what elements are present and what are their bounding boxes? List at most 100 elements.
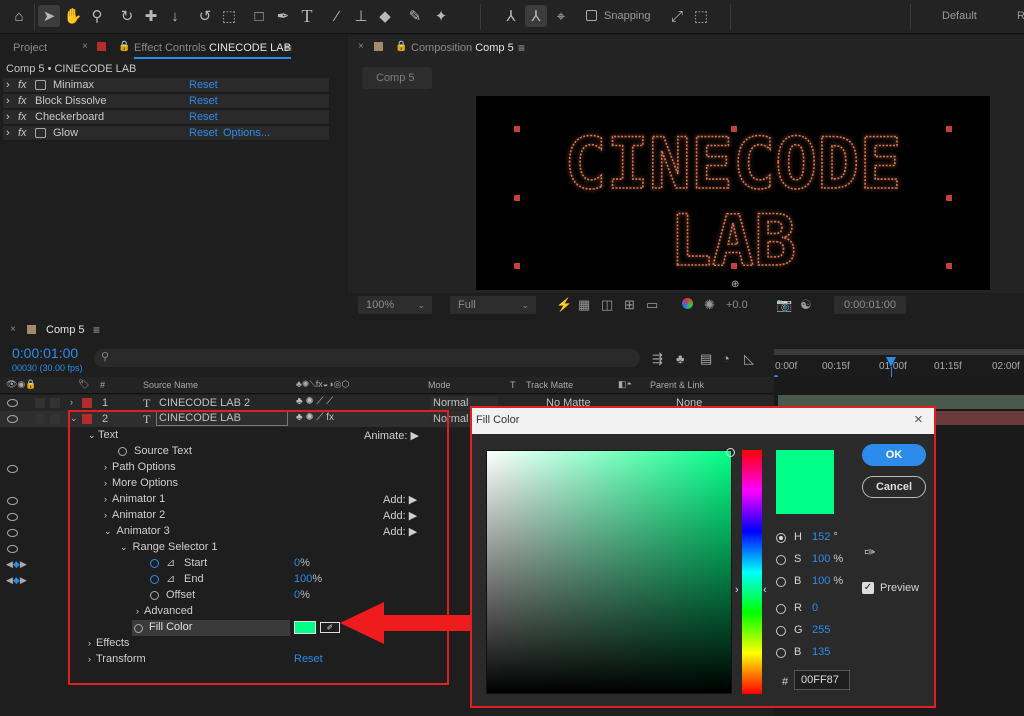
fx-toggle-icon[interactable]: fx [18, 95, 27, 107]
reset-link[interactable]: Reset [189, 111, 218, 123]
hue-radio[interactable] [776, 533, 786, 543]
rectangle-tool-icon[interactable]: □ [248, 5, 270, 27]
snap-edges-icon[interactable]: ⤢ [666, 5, 688, 27]
work-area-bar[interactable] [774, 349, 1024, 355]
puppet-pin-tool-icon[interactable]: ✦ [430, 5, 452, 27]
blue-radio[interactable] [776, 648, 786, 658]
workspace-review[interactable]: R [1017, 10, 1024, 22]
lock-toggle[interactable] [35, 414, 45, 424]
chevron-right-icon[interactable]: › [6, 79, 10, 91]
local-axis-mode-icon[interactable]: ⅄ [500, 5, 522, 27]
solo-toggle[interactable] [50, 414, 60, 424]
mask-visibility-icon[interactable]: ◫ [601, 297, 613, 313]
hue-field[interactable]: 152 ° [812, 531, 838, 543]
current-time[interactable]: 0:00:01:00 [12, 345, 78, 361]
reset-link[interactable]: Reset [189, 95, 218, 107]
cancel-button[interactable]: Cancel [862, 476, 926, 498]
close-icon[interactable]: × [914, 411, 923, 428]
visibility-eye-icon[interactable] [7, 529, 18, 537]
show-snapshot-icon[interactable]: ☯ [800, 297, 812, 313]
ok-button[interactable]: OK [862, 444, 926, 466]
composition-flowchart-icon[interactable]: ⇶ [652, 351, 663, 367]
rotation-tool-icon[interactable]: ↺ [194, 5, 216, 27]
layer-label-color[interactable] [82, 398, 92, 408]
lock-icon[interactable]: 🔒 [118, 41, 130, 52]
exposure-value[interactable]: +0.0 [726, 299, 748, 311]
selection-tool-icon[interactable]: ➤ [38, 5, 60, 27]
chevron-right-icon[interactable]: › [6, 111, 10, 123]
chevron-right-icon[interactable]: › [70, 397, 73, 407]
keyframe-navigator-start[interactable]: ◀◆▶ [6, 559, 27, 570]
exposure-reset-icon[interactable]: ✺ [704, 297, 715, 313]
effect-row-glow[interactable]: › fx Glow Reset Options... [3, 126, 329, 141]
motion-blur-icon[interactable]: ◔ [722, 351, 730, 366]
saturation-radio[interactable] [776, 555, 786, 565]
lock-icon[interactable]: 🔒 [395, 41, 407, 52]
anchor-point-icon[interactable]: ⊕ [731, 279, 739, 290]
layer-switches[interactable]: ♣ ✺ ⟋ ⟋ [296, 396, 333, 407]
keyframe-navigator-end[interactable]: ◀◆▶ [6, 575, 27, 586]
col-source-name[interactable]: Source Name [143, 380, 198, 390]
visibility-eye-icon[interactable] [7, 497, 18, 505]
tab-effect-controls[interactable]: Effect Controls CINECODE LAB [134, 42, 291, 59]
guides-icon[interactable]: ⊞ [624, 297, 635, 313]
panel-menu-icon[interactable]: ≡ [93, 323, 100, 337]
pen-tool-icon[interactable]: ✒ [272, 5, 294, 27]
green-field[interactable]: 255 [812, 624, 830, 636]
visibility-eye-icon[interactable] [7, 415, 18, 423]
visibility-eye-icon[interactable] [7, 545, 18, 553]
frame-blending-icon[interactable]: ▤ [700, 351, 712, 367]
red-field[interactable]: 0 [812, 602, 818, 614]
close-icon[interactable]: × [358, 41, 364, 52]
pan-camera-tool-icon[interactable]: ✚ [140, 5, 162, 27]
orbit-camera-tool-icon[interactable]: ↻ [116, 5, 138, 27]
hue-slider[interactable] [742, 450, 762, 694]
comp-canvas[interactable]: CINECODE LAB [476, 96, 990, 290]
clone-stamp-tool-icon[interactable]: ⊥ [350, 5, 372, 27]
color-picker-cursor[interactable] [726, 448, 735, 457]
view-axis-mode-icon[interactable]: ⌖ [550, 5, 572, 27]
visibility-eye-icon[interactable] [7, 399, 18, 407]
snapping-checkbox[interactable] [586, 10, 597, 21]
shy-layers-icon[interactable]: ♣ [676, 351, 685, 366]
dolly-camera-tool-icon[interactable]: ↓ [164, 5, 186, 27]
region-of-interest-icon[interactable]: ▭ [646, 297, 658, 313]
hue-arrow-right-icon[interactable]: ‹ [763, 584, 767, 596]
comp-navigator-chip[interactable]: Comp 5 [362, 67, 432, 89]
options-link[interactable]: Options... [223, 127, 270, 139]
home-icon[interactable]: ⌂ [8, 5, 30, 27]
resolution-dropdown[interactable]: Full ⌄ [450, 296, 536, 314]
tab-timeline-comp[interactable]: Comp 5 [46, 324, 85, 336]
saturation-field[interactable]: 100 % [812, 553, 843, 565]
hue-arrow-left-icon[interactable]: › [735, 584, 739, 596]
fx-toggle-icon[interactable]: fx [18, 79, 27, 91]
green-radio[interactable] [776, 626, 786, 636]
transparency-grid-icon[interactable]: ▦ [578, 297, 590, 313]
visibility-eye-icon[interactable] [7, 513, 18, 521]
panel-menu-icon[interactable]: ≡ [518, 41, 525, 55]
effect-row-checkerboard[interactable]: › fx Checkerboard Reset [3, 110, 329, 125]
reset-link[interactable]: Reset [189, 127, 218, 139]
brightness-radio[interactable] [776, 577, 786, 587]
world-axis-mode-icon[interactable]: ⅄ [525, 5, 547, 27]
panel-menu-icon[interactable]: ≡ [285, 41, 292, 55]
zoom-dropdown[interactable]: 100% ⌄ [358, 296, 432, 314]
tab-composition[interactable]: Composition Comp 5 [411, 42, 514, 54]
saturation-brightness-field[interactable] [486, 450, 732, 694]
brush-tool-icon[interactable]: ⁄ [326, 5, 348, 27]
comp-timecode[interactable]: 0:00:01:00 [834, 296, 906, 314]
snap-features-icon[interactable]: ⬚ [690, 5, 712, 27]
workspace-default[interactable]: Default [942, 10, 977, 22]
close-icon[interactable]: × [82, 41, 88, 52]
effect-row-block-dissolve[interactable]: › fx Block Dissolve Reset [3, 94, 329, 109]
visibility-eye-icon[interactable] [7, 465, 18, 473]
brightness-field[interactable]: 100 % [812, 575, 843, 587]
fx-toggle-icon[interactable]: fx [18, 127, 27, 139]
zoom-tool-icon[interactable]: ⚲ [86, 5, 108, 27]
tab-project[interactable]: Project [13, 42, 47, 54]
roto-brush-tool-icon[interactable]: ✎ [404, 5, 426, 27]
eraser-tool-icon[interactable]: ◆ [374, 5, 396, 27]
hex-input[interactable]: 00FF87 [794, 670, 850, 690]
eyedropper-icon[interactable]: ✑ [864, 544, 876, 561]
effect-row-minimax[interactable]: › fx Minimax Reset [3, 78, 329, 93]
